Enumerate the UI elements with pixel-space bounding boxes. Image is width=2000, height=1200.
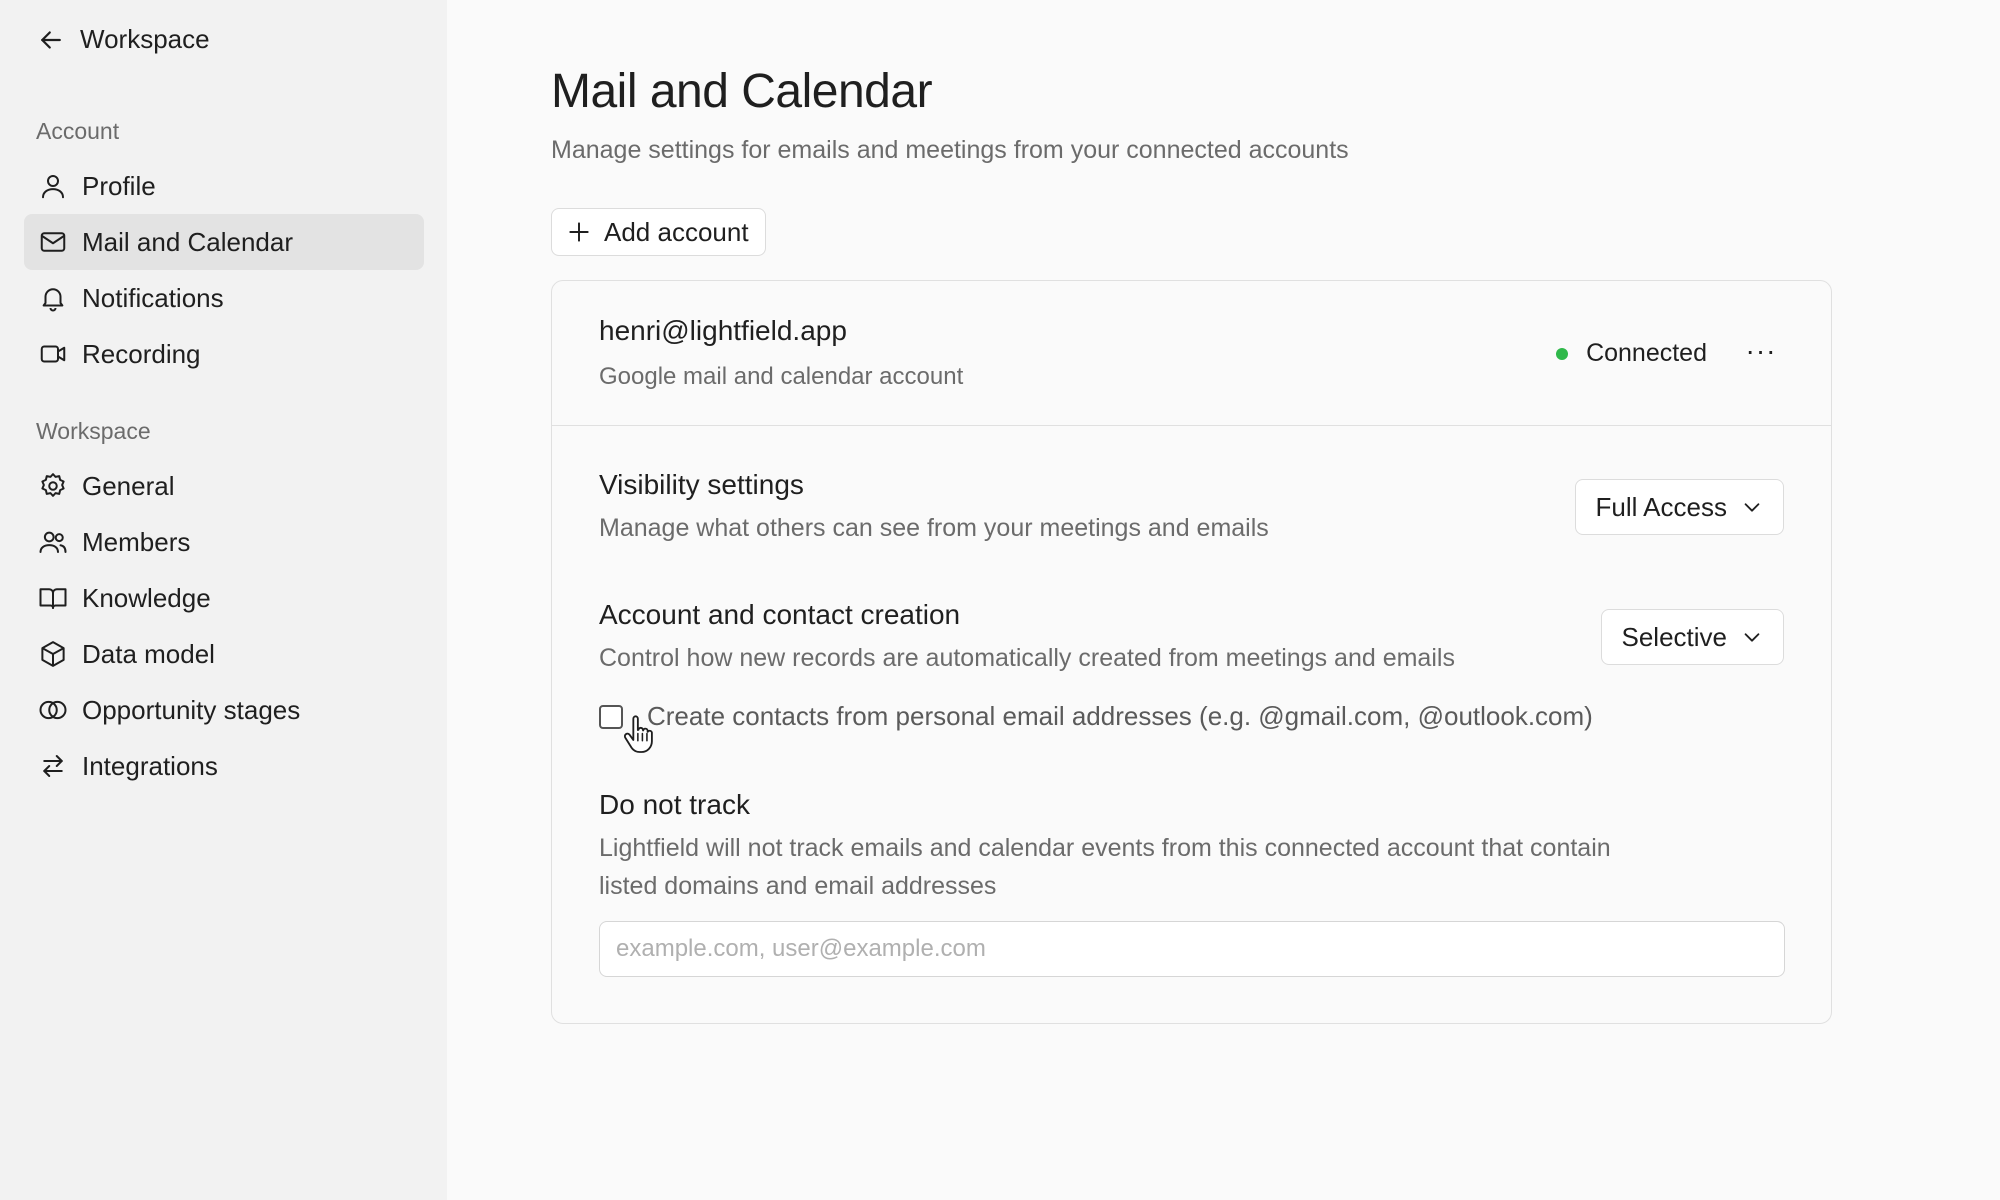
creation-settings-description: Control how new records are automaticall… (599, 644, 1455, 672)
gear-icon (41, 473, 65, 497)
status-dot-icon (1556, 347, 1569, 360)
hand-cursor-icon (623, 715, 653, 753)
sidebar-item-opportunity-stages[interactable]: Opportunity stages (24, 682, 424, 738)
sidebar-item-label: Recording (82, 338, 201, 369)
cube-icon (41, 641, 65, 667)
circles-icon (39, 700, 67, 720)
sidebar-item-label: Knowledge (82, 582, 211, 613)
do-not-track-domains-input[interactable] (599, 921, 1785, 977)
account-email: henri@lightfield.app (599, 315, 847, 346)
creation-settings-title: Account and contact creation (599, 599, 961, 630)
creation-select-value: Selective (1621, 621, 1728, 652)
sidebar-item-label: Mail and Calendar (82, 226, 294, 257)
chevron-down-icon (1744, 503, 1760, 512)
connection-status: Connected (1556, 339, 1707, 368)
sidebar-item-label: Members (82, 526, 191, 557)
sidebar-item-data-model[interactable]: Data model (24, 626, 424, 682)
sidebar-item-label: Profile (82, 170, 156, 201)
arrow-left-icon (41, 30, 61, 49)
add-account-button[interactable]: Add account (551, 208, 766, 256)
main-content: Mail and Calendar Manage settings for em… (447, 0, 2000, 1200)
sidebar-item-members[interactable]: Members (24, 514, 424, 570)
users-icon (39, 531, 67, 553)
page-title: Mail and Calendar (551, 65, 933, 118)
personal-email-contacts-label: Create contacts from personal email addr… (647, 701, 1593, 731)
sidebar-item-profile[interactable]: Profile (24, 158, 424, 214)
sidebar-item-label: General (82, 470, 175, 501)
sidebar-item-notifications[interactable]: Notifications (24, 270, 424, 326)
sidebar-item-label: Integrations (82, 750, 218, 781)
do-not-track-description-line2: listed domains and email addresses (599, 872, 997, 900)
plus-icon (569, 222, 589, 242)
visibility-settings-description: Manage what others can see from your mee… (599, 514, 1269, 542)
sidebar-item-mail-and-calendar[interactable]: Mail and Calendar (24, 214, 424, 270)
do-not-track-title: Do not track (599, 789, 750, 820)
chevron-down-icon (1744, 633, 1760, 642)
sidebar-item-label: Opportunity stages (82, 694, 301, 725)
sidebar-item-knowledge[interactable]: Knowledge (24, 570, 424, 626)
bell-icon (42, 288, 64, 312)
do-not-track-description-line1: Lightfield will not track emails and cal… (599, 834, 1611, 862)
section-label-workspace: Workspace (36, 418, 151, 444)
account-card: henri@lightfield.app Google mail and cal… (551, 280, 1832, 1024)
back-to-workspace-link[interactable]: Workspace (36, 24, 210, 55)
personal-email-contacts-row: Create contacts from personal email addr… (599, 701, 1593, 732)
video-icon (40, 345, 66, 363)
sidebar-item-label: Data model (82, 638, 215, 669)
section-label-account: Account (36, 118, 120, 144)
visibility-settings-title: Visibility settings (599, 469, 804, 500)
sidebar: Workspace Account Profile Mail and Calen… (0, 0, 447, 1200)
sidebar-item-integrations[interactable]: Integrations (24, 738, 424, 794)
personal-email-contacts-checkbox[interactable] (599, 704, 623, 729)
book-icon (39, 588, 67, 609)
user-icon (42, 175, 64, 199)
visibility-select-value: Full Access (1595, 491, 1728, 522)
more-options-button[interactable]: ··· (1741, 333, 1781, 369)
account-type: Google mail and calendar account (599, 363, 964, 390)
mail-icon (40, 232, 66, 252)
sidebar-item-label: Notifications (82, 282, 224, 313)
sidebar-item-general[interactable]: General (24, 458, 424, 514)
sidebar-item-recording[interactable]: Recording (24, 326, 424, 382)
page-subtitle: Manage settings for emails and meetings … (551, 136, 1349, 164)
visibility-select[interactable]: Full Access (1574, 479, 1784, 535)
more-horizontal-icon: ··· (1745, 335, 1777, 366)
add-account-label: Add account (604, 216, 749, 247)
account-card-header: henri@lightfield.app Google mail and cal… (552, 281, 1831, 426)
back-link-label: Workspace (80, 24, 210, 54)
app-window: Workspace Account Profile Mail and Calen… (0, 0, 2000, 1200)
arrows-icon (43, 755, 63, 777)
status-label: Connected (1586, 339, 1707, 367)
creation-select[interactable]: Selective (1600, 609, 1784, 665)
